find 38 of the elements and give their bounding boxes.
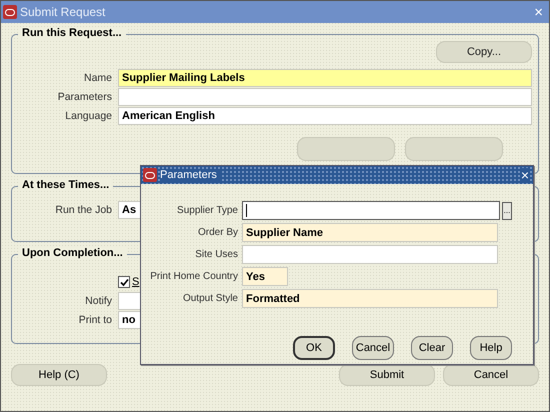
input-field[interactable]: Yes	[242, 267, 288, 286]
button[interactable]: Cancel	[352, 336, 394, 360]
copy-button[interactable]: Copy...	[436, 41, 532, 63]
field-label: Notify	[84, 295, 113, 307]
checkbox-label: S	[132, 276, 140, 288]
button[interactable]	[297, 137, 395, 161]
button[interactable]: Cancel	[443, 364, 539, 386]
field-label: Print Home Country	[149, 271, 239, 282]
field-label: Print to	[78, 314, 113, 326]
field-label: Run the Job	[54, 204, 113, 216]
field-label: Parameters	[56, 91, 113, 103]
button[interactable]: Help (C)	[11, 364, 107, 386]
button[interactable]: OK	[293, 336, 335, 360]
input-field[interactable]: Supplier Name	[242, 223, 498, 242]
input-field[interactable]	[242, 201, 500, 220]
group-title: Upon Completion...	[18, 247, 127, 259]
field-label: Language	[64, 110, 113, 122]
close-button[interactable]: ×	[520, 168, 529, 182]
input-field[interactable]: Formatted	[242, 289, 498, 308]
input-field[interactable]: Supplier Mailing Labels	[118, 69, 532, 87]
button[interactable]: Submit	[339, 364, 435, 386]
button[interactable]: Help	[470, 336, 512, 360]
button[interactable]: Clear	[411, 336, 453, 360]
field-label: Supplier Type	[176, 205, 239, 216]
field-label: Name	[82, 72, 113, 84]
field-label: Site Uses	[194, 249, 239, 260]
field-label: Output Style	[182, 293, 239, 304]
group-title: Run this Request...	[18, 27, 126, 39]
window-title: Submit Request	[20, 5, 106, 19]
oracle-logo-icon	[3, 5, 17, 19]
list-button[interactable]: ...	[502, 202, 512, 220]
button[interactable]	[405, 137, 503, 161]
group-title: At these Times...	[18, 179, 114, 191]
field-label: Order By	[196, 227, 239, 238]
input-field[interactable]: American English	[118, 107, 532, 125]
oracle-logo-icon	[143, 168, 157, 182]
dialog-title: Parameters	[160, 169, 221, 181]
checkbox[interactable]	[118, 276, 130, 288]
